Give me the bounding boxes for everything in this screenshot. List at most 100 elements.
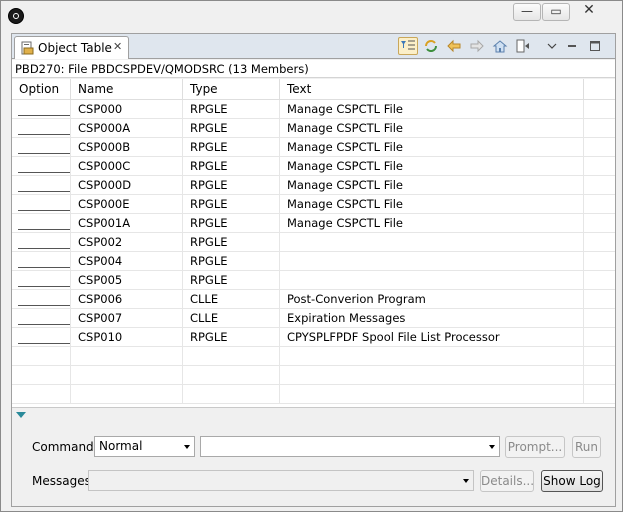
- type-cell: CLLE: [183, 290, 280, 309]
- name-cell: CSP010: [71, 328, 183, 347]
- option-input[interactable]: [12, 309, 71, 328]
- filler-cell: [584, 195, 615, 214]
- table-row[interactable]: CSP002 RPGLE: [12, 233, 615, 252]
- text-cell: [280, 252, 584, 271]
- type-cell: RPGLE: [183, 176, 280, 195]
- text-cell: Manage CSPCTL File: [280, 100, 584, 119]
- option-input[interactable]: [12, 252, 71, 271]
- empty-row: [12, 385, 615, 404]
- option-underline: [18, 324, 70, 325]
- option-input[interactable]: [12, 271, 71, 290]
- column-header-type[interactable]: Type: [183, 79, 280, 100]
- option-input[interactable]: [12, 138, 71, 157]
- table-row[interactable]: CSP000A RPGLE Manage CSPCTL File: [12, 119, 615, 138]
- type-cell: RPGLE: [183, 328, 280, 347]
- tab-label: Object Table: [38, 41, 112, 55]
- app-window: — ▭ ✕ Object Table ✕ PBD270: File PBDCSP…: [0, 0, 623, 512]
- table-row[interactable]: CSP000B RPGLE Manage CSPCTL File: [12, 138, 615, 157]
- forward-button[interactable]: [467, 37, 487, 55]
- minimize-button[interactable]: —: [513, 3, 541, 21]
- option-input[interactable]: [12, 214, 71, 233]
- close-window-button[interactable]: ✕: [571, 3, 607, 21]
- type-cell: RPGLE: [183, 138, 280, 157]
- type-cell: [183, 347, 280, 366]
- minimize-view-button[interactable]: [562, 37, 582, 55]
- option-input[interactable]: [12, 328, 71, 347]
- dropdown-arrow-icon: [489, 445, 495, 449]
- name-cell: [71, 385, 183, 404]
- back-arrow-icon: [447, 39, 461, 53]
- table-row[interactable]: CSP001A RPGLE Manage CSPCTL File: [12, 214, 615, 233]
- filter-toggle-button[interactable]: [398, 37, 418, 55]
- collapse-button[interactable]: [513, 37, 533, 55]
- table-row[interactable]: CSP000 RPGLE Manage CSPCTL File: [12, 100, 615, 119]
- name-cell: CSP007: [71, 309, 183, 328]
- filler-cell: [584, 328, 615, 347]
- app-icon: [8, 8, 24, 24]
- details-button[interactable]: Details...: [480, 470, 534, 492]
- command-input[interactable]: [200, 436, 500, 457]
- option-input: [12, 347, 71, 366]
- maximize-button[interactable]: ▭: [542, 3, 570, 21]
- column-header-name[interactable]: Name: [71, 79, 183, 100]
- option-input[interactable]: [12, 195, 71, 214]
- table-row[interactable]: CSP000C RPGLE Manage CSPCTL File: [12, 157, 615, 176]
- option-input[interactable]: [12, 119, 71, 138]
- type-cell: RPGLE: [183, 271, 280, 290]
- back-button[interactable]: [444, 37, 464, 55]
- type-cell: RPGLE: [183, 119, 280, 138]
- column-header-option[interactable]: Option: [12, 79, 71, 100]
- command-mode-select[interactable]: Normal: [94, 436, 195, 457]
- table-row[interactable]: CSP000E RPGLE Manage CSPCTL File: [12, 195, 615, 214]
- filler-cell: [584, 271, 615, 290]
- name-cell: [71, 347, 183, 366]
- tab-object-table[interactable]: Object Table ✕: [14, 36, 129, 59]
- filler-cell: [584, 309, 615, 328]
- table-row[interactable]: CSP005 RPGLE: [12, 271, 615, 290]
- table-row[interactable]: CSP000D RPGLE Manage CSPCTL File: [12, 176, 615, 195]
- prompt-button[interactable]: Prompt...: [505, 436, 565, 458]
- run-button[interactable]: Run: [572, 436, 601, 458]
- table-row[interactable]: CSP010 RPGLE CPYSPLFPDF Spool File List Pr…: [12, 328, 615, 347]
- option-underline: [18, 153, 70, 154]
- view-menu-button[interactable]: [542, 37, 562, 55]
- filler-cell: [584, 119, 615, 138]
- option-underline: [18, 172, 70, 173]
- text-cell: Post-Converion Program: [280, 290, 584, 309]
- tab-close-icon[interactable]: ✕: [113, 40, 122, 53]
- option-input[interactable]: [12, 176, 71, 195]
- title-bar: — ▭ ✕: [1, 1, 622, 29]
- messages-label: Messages: [32, 474, 91, 488]
- table-row[interactable]: CSP004 RPGLE: [12, 252, 615, 271]
- name-cell: CSP002: [71, 233, 183, 252]
- refresh-icon: [425, 40, 437, 52]
- option-underline: [18, 305, 70, 306]
- table-row[interactable]: CSP006 CLLE Post-Converion Program: [12, 290, 615, 309]
- text-cell: Manage CSPCTL File: [280, 214, 584, 233]
- expand-toggle-icon[interactable]: [16, 412, 26, 418]
- type-cell: [183, 385, 280, 404]
- name-cell: CSP004: [71, 252, 183, 271]
- option-input[interactable]: [12, 100, 71, 119]
- table-row[interactable]: CSP007 CLLE Expiration Messages: [12, 309, 615, 328]
- option-input: [12, 385, 71, 404]
- messages-select[interactable]: [88, 470, 474, 491]
- name-cell: CSP000E: [71, 195, 183, 214]
- column-header-text[interactable]: Text: [280, 79, 584, 100]
- show-log-button[interactable]: Show Log: [541, 470, 603, 492]
- type-cell: [183, 366, 280, 385]
- dropdown-arrow-icon: [463, 479, 469, 483]
- list-filter-icon: [401, 40, 415, 50]
- text-cell: [280, 271, 584, 290]
- option-input[interactable]: [12, 290, 71, 309]
- home-button[interactable]: [490, 37, 510, 55]
- chevron-down-icon: [547, 43, 557, 49]
- option-input[interactable]: [12, 233, 71, 252]
- refresh-button[interactable]: [421, 37, 441, 55]
- name-cell: CSP000C: [71, 157, 183, 176]
- collapse-icon: [516, 39, 529, 53]
- maximize-view-button[interactable]: [585, 37, 605, 55]
- command-label: Command: [32, 440, 94, 454]
- option-input[interactable]: [12, 157, 71, 176]
- dropdown-arrow-icon: [184, 445, 190, 449]
